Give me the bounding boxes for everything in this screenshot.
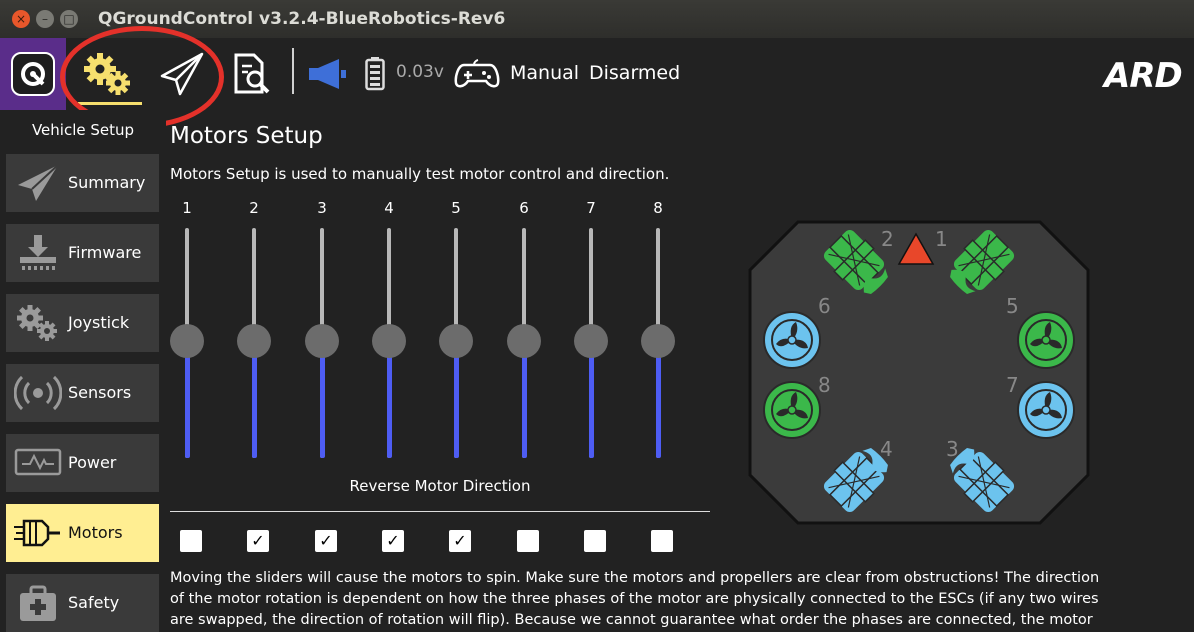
sidebar-item-power[interactable]: Power [6, 434, 159, 492]
motor-5-thruster [1017, 311, 1075, 369]
motor-slider-fill [521, 341, 527, 458]
power-monitor-icon [12, 443, 64, 483]
sidebar-item-label: Summary [68, 173, 146, 192]
sidebar-item-safety[interactable]: Safety [6, 574, 159, 632]
sidebar-item-label: Joystick [68, 313, 130, 332]
first-aid-kit-icon [12, 583, 64, 623]
reverse-direction-label: Reverse Motor Direction [349, 477, 531, 495]
sidebar-item-motors[interactable]: Motors [6, 504, 159, 562]
page-title: Motors Setup [170, 123, 323, 149]
window-maximize-button[interactable]: □ [60, 10, 78, 28]
battery-voltage: 0.03v [396, 62, 444, 82]
document-search-icon [234, 53, 270, 94]
reverse-motor-checkbox[interactable]: ✓ [449, 530, 471, 552]
motor-slider-handle[interactable] [507, 324, 541, 358]
vehicle-setup-sidebar: Vehicle Setup Summary Firmware Joystick … [0, 110, 166, 632]
motor-6-thruster [763, 311, 821, 369]
reverse-motor-checkbox[interactable]: ✓ [315, 530, 337, 552]
vehicle-frame-diagram: 1 2 3 4 5 6 7 8 [748, 220, 1090, 525]
motor-slider-fill [453, 341, 459, 458]
sidebar-item-joystick[interactable]: Joystick [6, 294, 159, 352]
motor-slider-fill [386, 341, 392, 458]
gamepad-icon [454, 59, 500, 88]
flight-mode-selector[interactable]: Manual [510, 62, 579, 84]
sidebar-item-label: Power [68, 453, 117, 472]
window-minimize-button[interactable]: – [36, 10, 54, 28]
motor-number-label: 1 [182, 199, 192, 217]
toolbar-divider [292, 48, 294, 94]
paper-plane-icon [12, 163, 64, 203]
sidebar-item-sensors[interactable]: Sensors [6, 364, 159, 422]
reverse-motor-checkbox[interactable] [180, 530, 202, 552]
motor-slider-fill [319, 341, 325, 458]
motor-slider-handle[interactable] [170, 324, 204, 358]
motor-8-thruster [763, 381, 821, 439]
motor-label: 7 [1006, 373, 1019, 397]
messages-indicator[interactable] [302, 38, 352, 110]
motor-label: 6 [818, 294, 831, 318]
motor-warning-text: Moving the sliders will cause the motors… [170, 568, 1170, 631]
vehicle-body [748, 220, 1090, 525]
reverse-direction-divider [170, 511, 710, 512]
page-description: Motors Setup is used to manually test mo… [170, 165, 670, 183]
gears-icon [12, 303, 64, 343]
qgc-logo-icon [11, 52, 55, 96]
reverse-motor-checkbox[interactable]: ✓ [247, 530, 269, 552]
sidebar-item-label: Safety [68, 593, 120, 612]
motor-slider-handle[interactable] [305, 324, 339, 358]
window-close-button[interactable]: × [12, 10, 30, 28]
motor-slider-fill [655, 341, 661, 458]
sidebar-item-summary[interactable]: Summary [6, 154, 159, 212]
megaphone-icon [309, 59, 346, 89]
warning-line: of the motor rotation is dependent on ho… [170, 591, 1099, 607]
sidebar-title: Vehicle Setup [31, 121, 135, 139]
motor-number-label: 8 [653, 199, 663, 217]
motor-slider-handle[interactable] [574, 324, 608, 358]
motor-label: 2 [881, 227, 894, 251]
battery-indicator[interactable] [360, 38, 390, 110]
reverse-motor-checkbox[interactable] [517, 530, 539, 552]
warning-line: Moving the sliders will cause the motors… [170, 570, 1100, 586]
motor-number-label: 5 [451, 199, 461, 217]
reverse-motor-checkbox[interactable]: ✓ [382, 530, 404, 552]
reverse-motor-checkbox[interactable] [651, 530, 673, 552]
radio-waves-icon [12, 373, 64, 413]
motor-label: 3 [946, 437, 959, 461]
arm-status[interactable]: Disarmed [589, 62, 680, 84]
motor-slider-handle[interactable] [641, 324, 675, 358]
motor-icon [12, 513, 64, 553]
motor-slider-fill [184, 341, 190, 458]
sidebar-item-label: Firmware [68, 243, 142, 262]
motor-label: 4 [880, 437, 893, 461]
analyze-view-button[interactable] [224, 38, 280, 110]
motor-slider-handle[interactable] [237, 324, 271, 358]
sidebar-item-label: Motors [68, 523, 123, 542]
reverse-motor-checkbox[interactable] [584, 530, 606, 552]
motor-slider-fill [588, 341, 594, 458]
motor-slider-handle[interactable] [439, 324, 473, 358]
motor-number-label: 7 [586, 199, 596, 217]
warning-line: are swapped, the direction of rotation w… [170, 612, 1093, 628]
motor-number-label: 3 [317, 199, 327, 217]
motor-7-thruster [1017, 381, 1075, 439]
motor-slider-handle[interactable] [372, 324, 406, 358]
qgc-logo-button[interactable] [0, 38, 66, 110]
joystick-indicator[interactable] [452, 38, 502, 110]
sidebar-item-label: Sensors [68, 383, 132, 402]
window-title: QGroundControl v3.2.4-BlueRobotics-Rev6 [98, 9, 506, 29]
motor-number-label: 2 [249, 199, 259, 217]
motor-label: 8 [818, 373, 831, 397]
motor-number-label: 6 [519, 199, 529, 217]
motor-slider-fill [251, 341, 257, 458]
sidebar-item-firmware[interactable]: Firmware [6, 224, 159, 282]
battery-icon [365, 57, 385, 91]
motor-label: 5 [1006, 294, 1019, 318]
motor-label: 1 [935, 227, 948, 251]
ardusub-logo: ARD [1104, 56, 1183, 96]
motor-number-label: 4 [384, 199, 394, 217]
firmware-download-icon [12, 233, 64, 273]
